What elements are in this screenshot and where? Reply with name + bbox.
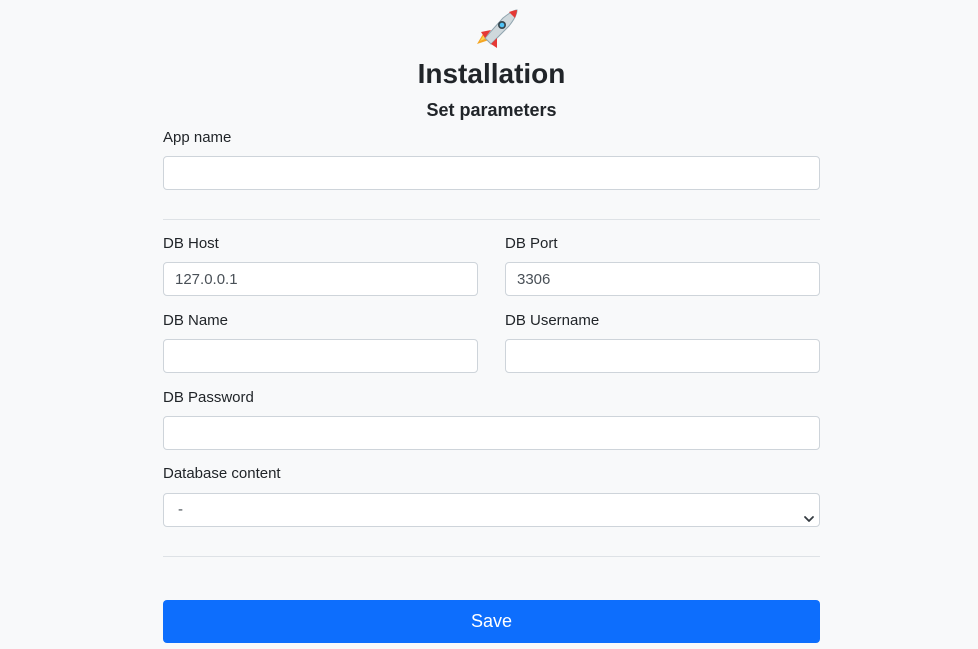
save-button[interactable]: Save [163,600,820,643]
db-host-label: DB Host [163,235,219,252]
db-name-input[interactable] [163,339,478,373]
db-port-label: DB Port [505,235,558,252]
db-host-input[interactable] [163,262,478,296]
app-name-input[interactable] [163,156,820,190]
db-port-input[interactable] [505,262,820,296]
database-content-select[interactable]: - [163,493,820,527]
database-content-label: Database content [163,465,281,482]
page-subtitle: Set parameters [426,100,557,120]
db-username-label: DB Username [505,312,600,329]
db-password-label: DB Password [163,389,254,406]
divider [163,219,820,220]
rocket-icon [473,8,519,48]
divider [163,556,820,557]
db-password-input[interactable] [163,416,820,450]
app-name-label: App name [163,129,232,146]
db-name-label: DB Name [163,312,229,329]
chevron-down-icon [803,505,815,522]
db-username-input[interactable] [505,339,820,373]
database-content-selected-value: - [178,501,183,518]
page-title: Installation [417,58,566,89]
